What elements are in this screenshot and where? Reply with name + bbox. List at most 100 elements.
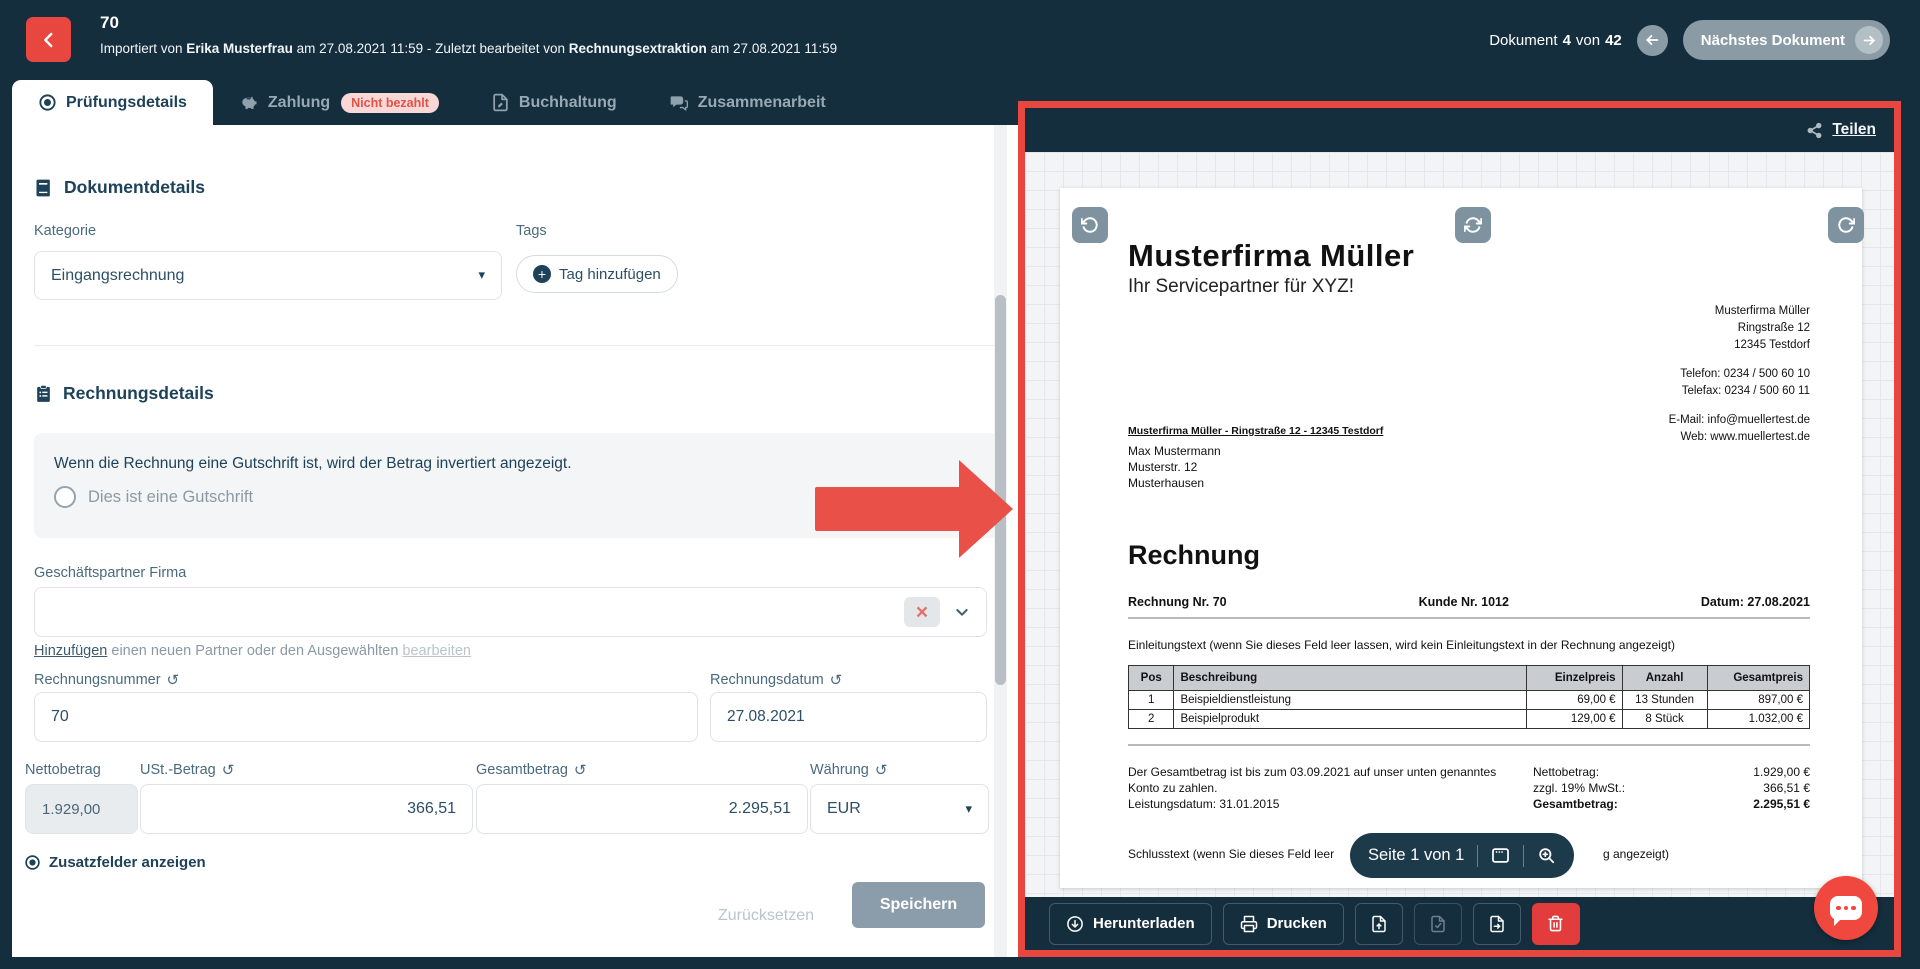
invoice-totals-block: Nettobetrag:1.929,00 € zzgl. 19% MwSt.:3…: [1533, 764, 1810, 812]
top-header: 70 Importiert von Erika Musterfrau am 27…: [0, 0, 1920, 80]
imported-by: Erika Musterfrau: [186, 41, 293, 56]
history-icon[interactable]: ↺: [222, 763, 235, 778]
credit-note-radio-row[interactable]: Dies ist eine Gutschrift: [54, 486, 978, 508]
tab-zusammenarbeit[interactable]: Zusammenarbeit: [643, 80, 852, 125]
delete-document-button[interactable]: [1532, 903, 1580, 945]
upload-document-button[interactable]: [1355, 903, 1403, 945]
kategorie-value: Eingangsrechnung: [51, 267, 184, 285]
total-amount-input[interactable]: [476, 784, 808, 834]
currency-select[interactable]: EUR ▾: [810, 784, 989, 834]
payment-status-badge: Nicht bezahlt: [341, 93, 439, 113]
net-amount-label: Nettobetrag: [25, 762, 101, 778]
preview-canvas[interactable]: Musterfirma Müller Ihr Servicepartner fü…: [1025, 152, 1894, 897]
document-preview-panel: Teilen Musterfirma Müller Ihr Servicepar…: [1018, 101, 1901, 957]
refresh-button[interactable]: [1455, 207, 1491, 243]
invoice-number-input[interactable]: [34, 692, 698, 742]
page-indicator-pill: Seite 1 von 1: [1350, 833, 1574, 878]
refresh-icon: [1464, 216, 1482, 234]
panel-scrollbar-thumb[interactable]: [995, 295, 1006, 685]
tags-label: Tags: [516, 223, 547, 239]
section-dokumentdetails: Dokumentdetails: [34, 177, 205, 198]
credit-note-info-text: Wenn die Rechnung eine Gutschrift ist, w…: [54, 455, 978, 473]
trash-icon: [1547, 915, 1564, 932]
print-button[interactable]: Drucken: [1223, 903, 1344, 945]
tab-zahlung[interactable]: Zahlung Nicht bezahlt: [213, 80, 465, 125]
invoice-intro-text: Einleitungstext (wenn Sie dieses Feld le…: [1128, 638, 1675, 652]
preview-header: Teilen: [1025, 108, 1894, 152]
arrow-left-icon: [1644, 32, 1660, 48]
invoice-meta-row: Rechnung Nr. 70 Kunde Nr. 1012 Datum: 27…: [1128, 595, 1810, 609]
next-document-button[interactable]: Nächstes Dokument: [1683, 20, 1890, 60]
file-check-icon: [1429, 915, 1447, 933]
table-row: 1 Beispieldienstleistung 69,00 € 13 Stun…: [1129, 691, 1810, 710]
credit-note-radio-label: Dies ist eine Gutschrift: [88, 488, 253, 507]
total-amount-label: Gesamtbetrag↺: [476, 762, 586, 778]
preview-toolbar: Herunterladen Drucken: [1025, 897, 1894, 950]
next-document-label: Nächstes Dokument: [1701, 32, 1845, 49]
vat-amount-input[interactable]: [140, 784, 473, 834]
history-icon[interactable]: ↺: [574, 763, 587, 778]
partner-label: Geschäftspartner Firma: [34, 565, 186, 581]
file-export-icon: [1488, 915, 1506, 933]
partner-select[interactable]: ×: [34, 587, 987, 637]
kategorie-select[interactable]: Eingangsrechnung ▾: [34, 251, 502, 300]
eye-icon: [24, 854, 41, 871]
arrow-right-icon: [1855, 26, 1883, 54]
export-document-button[interactable]: [1473, 903, 1521, 945]
ledger-pen-icon: [491, 93, 510, 112]
magnifier-plus-icon: [1537, 846, 1556, 865]
reset-button[interactable]: Zurücksetzen: [712, 893, 820, 939]
rotate-ccw-icon: [1081, 216, 1099, 234]
history-icon[interactable]: ↺: [875, 763, 888, 778]
validate-document-button[interactable]: [1414, 903, 1462, 945]
share-icon: [1806, 122, 1823, 139]
book-icon: [34, 178, 54, 198]
tab-bar: Prüfungsdetails Zahlung Nicht bezahlt Bu…: [12, 80, 852, 125]
invoice-closing-text: g angezeigt): [1603, 847, 1669, 861]
credit-note-radio[interactable]: [54, 486, 76, 508]
chat-bubbles-icon: [669, 93, 689, 113]
show-extra-fields-link[interactable]: Zusatzfelder anzeigen: [24, 854, 206, 871]
history-icon[interactable]: ↺: [830, 673, 843, 688]
rotate-right-button[interactable]: [1828, 207, 1864, 243]
invoice-sender-line: Musterfirma Müller - Ringstraße 12 - 123…: [1128, 425, 1383, 437]
chevron-down-icon[interactable]: [954, 604, 970, 620]
add-tag-button[interactable]: + Tag hinzufügen: [516, 255, 678, 293]
add-partner-link[interactable]: Hinzufügen: [34, 643, 107, 659]
review-eye-icon: [38, 93, 57, 112]
edit-partner-link[interactable]: bearbeiten: [402, 643, 471, 659]
clipboard-icon: [34, 384, 53, 404]
invoice-recipient-block: Max Mustermann Musterstr. 12 Musterhause…: [1128, 443, 1221, 491]
invoice-number-label: Rechnungsnummer↺: [34, 672, 179, 688]
share-link[interactable]: Teilen: [1832, 121, 1876, 139]
printer-icon: [1240, 915, 1258, 933]
invoice-date-label: Rechnungsdatum↺: [710, 672, 842, 688]
window-icon: [1491, 846, 1510, 865]
invoice-divider: [1128, 617, 1810, 619]
zoom-in-button[interactable]: [1537, 846, 1556, 865]
credit-note-info-box: Wenn die Rechnung eine Gutschrift ist, w…: [34, 433, 998, 538]
invoice-divider: [1128, 744, 1810, 746]
fit-page-button[interactable]: [1491, 846, 1510, 865]
partner-help-line: Hinzufügen einen neuen Partner oder den …: [34, 643, 471, 659]
section-rechnungsdetails: Rechnungsdetails: [34, 383, 214, 404]
chat-widget-button[interactable]: [1814, 876, 1878, 940]
rotate-left-button[interactable]: [1072, 207, 1108, 243]
kategorie-label: Kategorie: [34, 223, 96, 239]
previous-document-button[interactable]: [1637, 25, 1668, 56]
caret-down-icon: ▾: [478, 268, 485, 283]
history-icon[interactable]: ↺: [167, 673, 180, 688]
download-button[interactable]: Herunterladen: [1049, 903, 1212, 945]
clear-partner-button[interactable]: ×: [904, 597, 940, 627]
download-icon: [1066, 915, 1084, 933]
save-button[interactable]: Speichern: [852, 882, 985, 928]
invoice-date-input[interactable]: [710, 692, 987, 742]
invoice-contact-block: Musterfirma Müller Ringstraße 12 12345 T…: [1669, 303, 1810, 446]
piggy-bank-icon: [239, 93, 259, 113]
invoice-closing-text: Schlusstext (wenn Sie dieses Feld leer: [1128, 847, 1334, 861]
back-button[interactable]: [26, 17, 71, 62]
tab-buchhaltung[interactable]: Buchhaltung: [465, 80, 643, 125]
document-title: 70: [100, 13, 119, 33]
invoice-title: Rechnung: [1128, 540, 1260, 571]
tab-pruefungsdetails[interactable]: Prüfungsdetails: [12, 80, 213, 125]
